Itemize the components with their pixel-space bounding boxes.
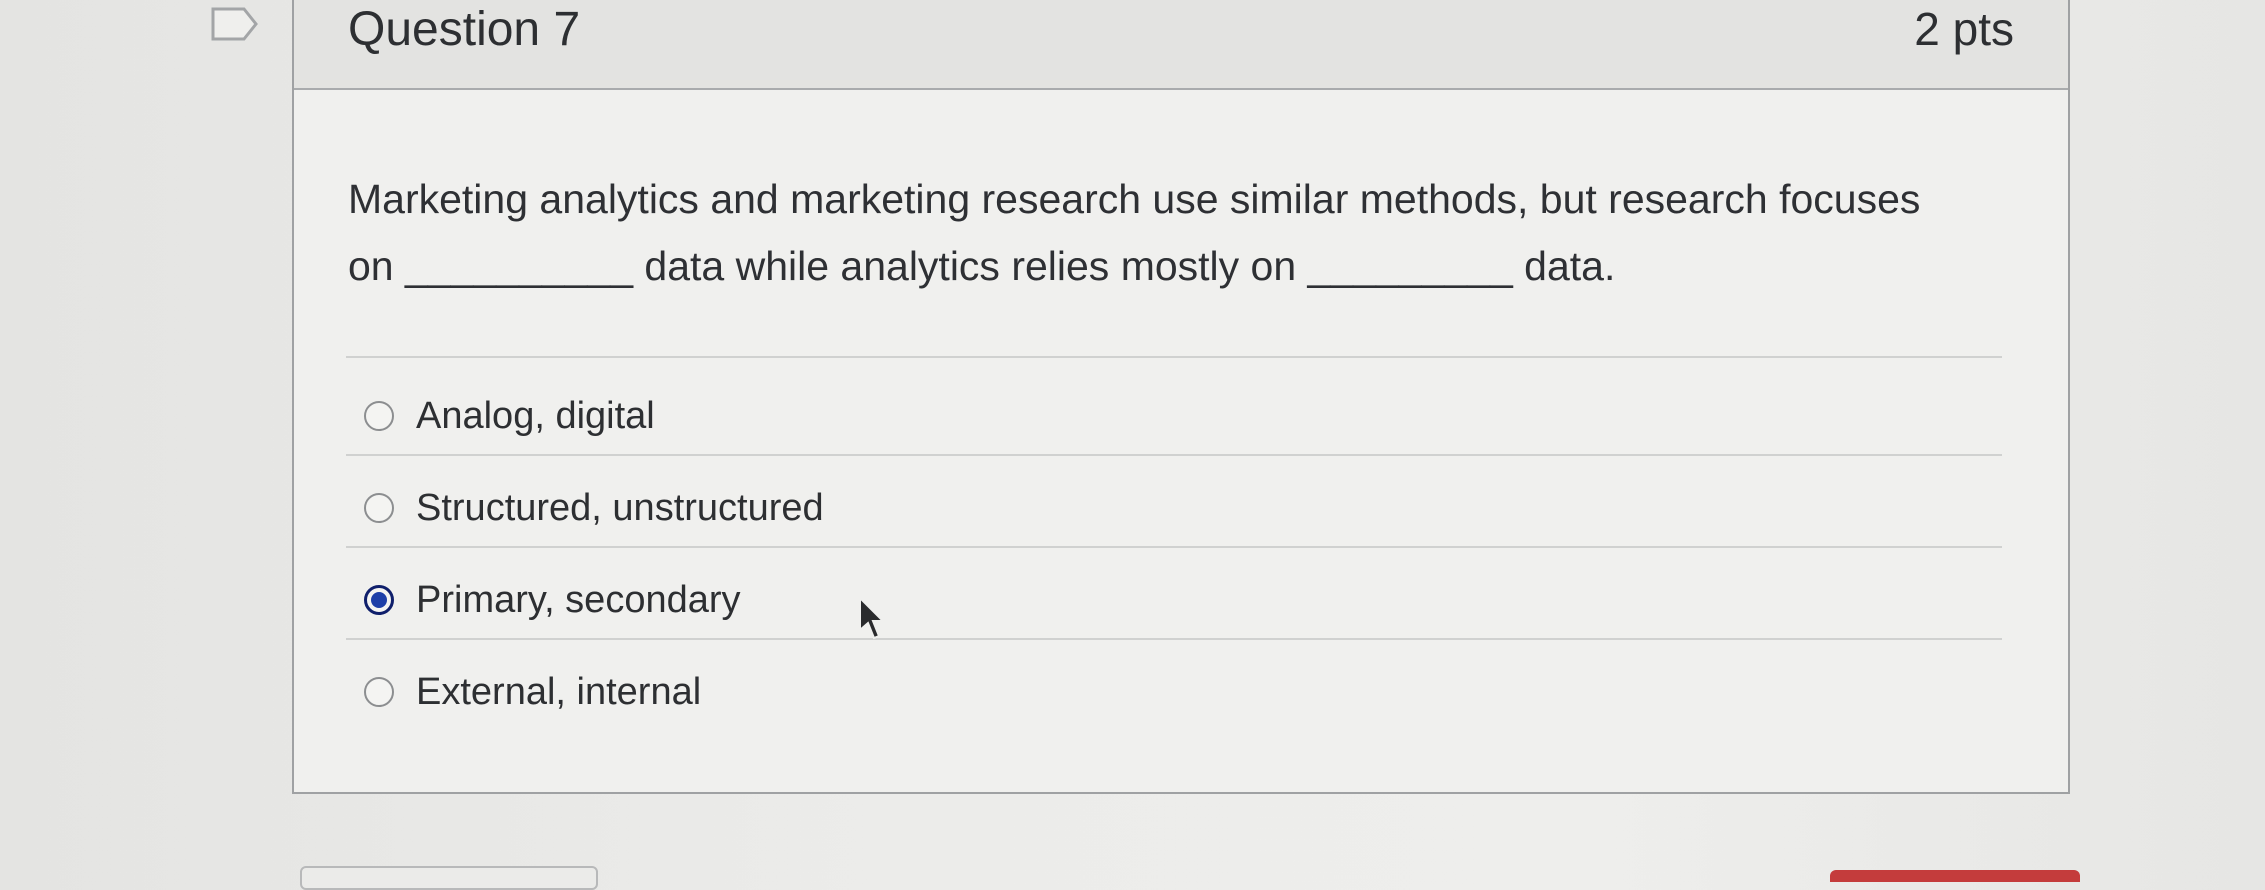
divider — [346, 546, 2002, 548]
divider — [346, 356, 2002, 358]
answer-option-external-internal[interactable]: External, internal — [364, 662, 701, 722]
bottom-red-button[interactable] — [1830, 870, 2080, 882]
divider — [346, 454, 2002, 456]
answer-label: External, internal — [416, 670, 702, 713]
answer-label: Structured, unstructured — [416, 486, 824, 529]
question-text-line-1: Marketing analytics and marketing resear… — [348, 176, 1921, 222]
radio-button[interactable] — [364, 493, 394, 523]
question-header: Question 7 2 pts — [294, 0, 2068, 90]
radio-button[interactable] — [364, 677, 394, 707]
answer-option-primary-secondary[interactable]: Primary, secondary — [364, 570, 741, 630]
mouse-pointer-icon — [859, 596, 886, 640]
radio-button-selected[interactable] — [364, 585, 394, 615]
answer-option-analog-digital[interactable]: Analog, digital — [364, 386, 655, 446]
radio-button[interactable] — [364, 401, 394, 431]
answer-option-structured-unstructured[interactable]: Structured, unstructured — [364, 478, 824, 538]
question-flag-icon[interactable] — [210, 6, 260, 42]
question-points: 2 pts — [1914, 3, 2014, 55]
answer-label: Primary, secondary — [416, 578, 741, 621]
question-text: Marketing analytics and marketing resear… — [348, 166, 2048, 300]
question-card: Question 7 2 pts Marketing analytics and… — [292, 0, 2070, 794]
question-text-line-2: on __________ data while analytics relie… — [348, 243, 1616, 289]
bottom-button[interactable] — [300, 866, 598, 890]
question-title: Question 7 — [348, 3, 581, 56]
answer-label: Analog, digital — [416, 394, 655, 437]
divider — [346, 638, 2002, 640]
